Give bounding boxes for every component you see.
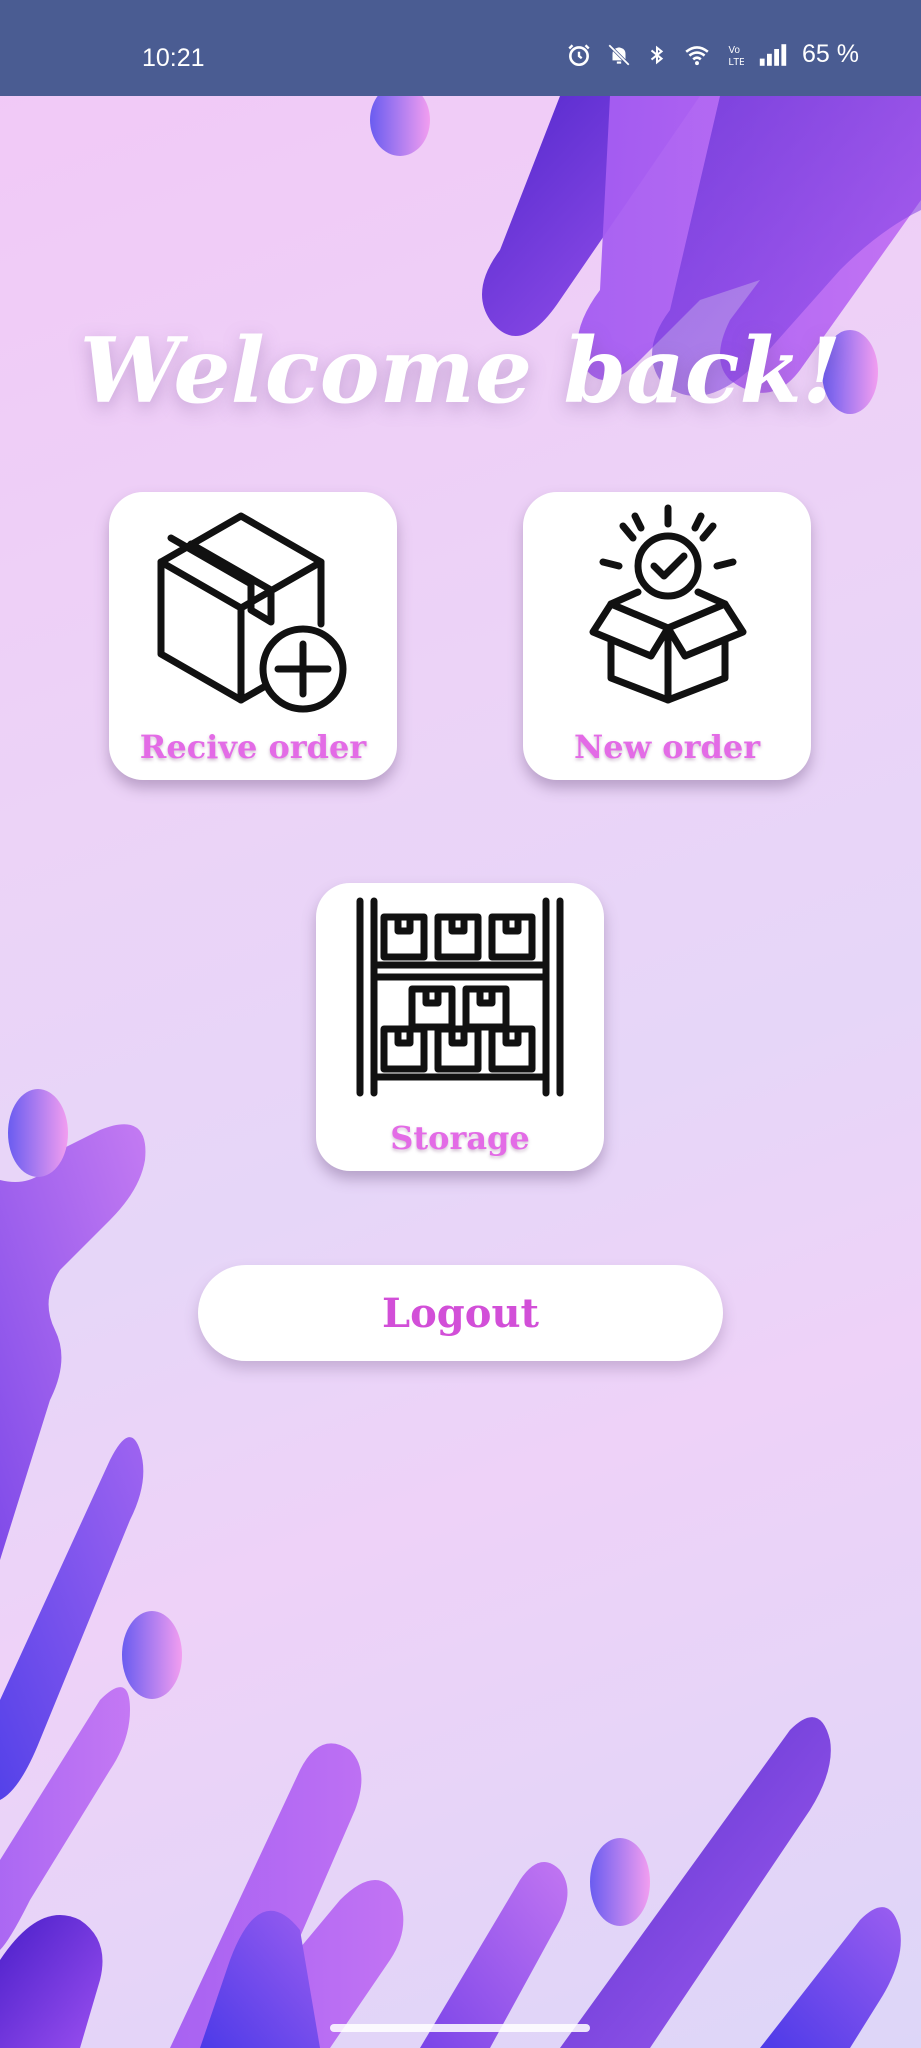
bluetooth-icon [646,42,668,68]
status-icons: Vo LTE 65 % [566,40,859,69]
svg-text:LTE: LTE [729,56,745,67]
status-time: 10:21 [142,44,205,72]
volte-icon: Vo LTE [726,42,745,68]
recive-order-button[interactable]: Recive order [109,492,397,780]
home-indicator[interactable] [330,2024,590,2032]
open-box-check-icon [589,504,747,704]
logout-button[interactable]: Logout [198,1265,723,1361]
signal-icon [758,43,788,67]
mute-icon [606,42,632,68]
wifi-icon [682,42,712,68]
new-order-button[interactable]: New order [523,492,811,780]
svg-text:Vo: Vo [729,44,741,55]
recive-order-label: Recive order [139,728,367,766]
alarm-icon [566,42,592,68]
status-bar: 10:21 Vo LTE 65 % [0,0,921,96]
new-order-label: New order [573,728,761,766]
storage-label: Storage [390,1119,530,1157]
shelf-boxes-icon [356,897,564,1097]
box-add-icon [157,512,347,713]
battery-text: 65 % [802,40,859,68]
storage-button[interactable]: Storage [316,883,604,1171]
page-title: Welcome back! [79,318,842,424]
